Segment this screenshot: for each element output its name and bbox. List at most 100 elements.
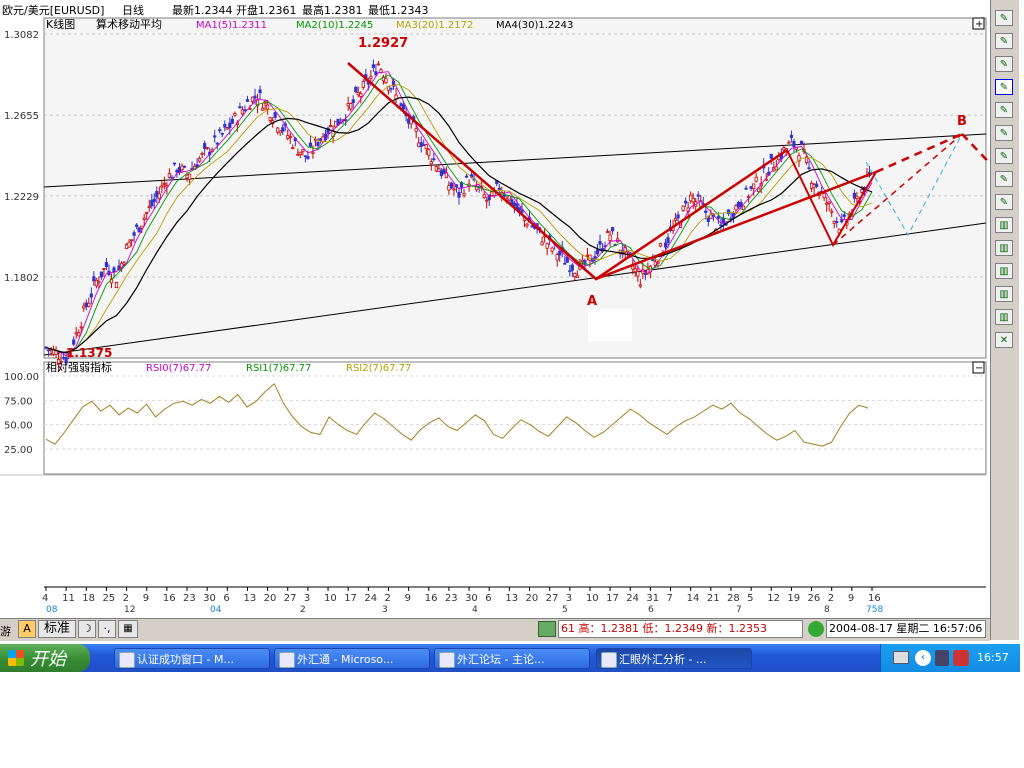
task-auth-window[interactable]: 认证成功窗口 - M...	[114, 648, 270, 669]
tool-delete-icon[interactable]: ✕	[995, 332, 1013, 348]
tool-grid3-icon[interactable]: ▥	[995, 263, 1013, 279]
candle-body	[822, 193, 826, 199]
candle-body	[575, 275, 579, 278]
x-tick-label: 17	[344, 593, 357, 604]
candle-body	[248, 108, 252, 110]
candle-body	[754, 176, 758, 182]
x-tick-label: 6	[485, 593, 491, 604]
candle-body	[638, 284, 642, 287]
x-tick-label: 11	[62, 593, 75, 604]
window-icon	[119, 652, 135, 668]
candle-body	[407, 118, 411, 124]
candle-body	[830, 210, 834, 213]
punctuation-icon[interactable]: ·,	[98, 620, 116, 638]
keyboard-icon[interactable]: ▦	[118, 620, 138, 638]
x-tick-label: 19	[787, 593, 800, 604]
x-tick-label: 7	[667, 593, 673, 604]
chart-canvas[interactable]: K线图 算术移动平均 MA1(5)1.2311 MA2(10)1.2245 MA…	[0, 17, 1021, 617]
x-tick-label: 23	[183, 593, 196, 604]
drawing-toolbox: ✎ ✎ ✎ ✎ ✎ ✎ ✎ ✎ ✎ ▥ ▥ ▥ ▥ ▥ ✕	[990, 0, 1019, 640]
ime-mode-button[interactable]: 标准	[38, 620, 76, 638]
ime-icon[interactable]: A	[18, 620, 36, 638]
status-bar: 游 A 标准 ☽ ·, ▦ 61 高：1.2381 低：1.2349 新：1.2…	[0, 618, 990, 641]
volume-icon[interactable]	[935, 650, 949, 666]
minus-icon: −	[975, 363, 983, 374]
candle-body	[112, 267, 116, 273]
task-forex-forum[interactable]: 外汇论坛 - 主论...	[434, 648, 590, 669]
x-tick-label: 2	[384, 593, 390, 604]
month-mark: 6	[648, 605, 654, 615]
candle-body	[351, 99, 355, 104]
candle-body	[558, 250, 562, 256]
tool-grid4-icon[interactable]: ▥	[995, 286, 1013, 302]
tool-grid1-icon[interactable]: ▥	[995, 217, 1013, 233]
x-tick-label: 3	[566, 593, 572, 604]
tool-grid5-icon[interactable]: ▥	[995, 309, 1013, 325]
tool-grid2-icon[interactable]: ▥	[995, 240, 1013, 256]
keyboard-tray-icon[interactable]	[893, 651, 909, 664]
month-mark: 08	[46, 605, 58, 615]
candle-body	[689, 194, 693, 202]
candle-body	[384, 77, 388, 84]
tool-cursor-icon[interactable]: ✎	[995, 10, 1013, 26]
chart-area[interactable]: K线图 算术移动平均 MA1(5)1.2311 MA2(10)1.2245 MA…	[0, 17, 1021, 617]
candle-body	[135, 224, 139, 228]
chevron-left-icon[interactable]: ‹	[915, 650, 931, 666]
candle-body	[281, 127, 285, 132]
tool-arrow-icon[interactable]: ✎	[995, 194, 1013, 210]
x-tick-label: 9	[848, 593, 854, 604]
month-mark: 12	[124, 605, 135, 615]
candle-body	[240, 109, 245, 115]
candle-body	[258, 89, 262, 94]
start-button[interactable]: 开始	[0, 644, 90, 672]
candle-body	[162, 182, 166, 185]
tool-line-icon[interactable]: ✎	[995, 56, 1013, 72]
candle-body	[74, 332, 78, 335]
candle-body	[102, 268, 106, 270]
tool-channel-icon[interactable]: ✎	[995, 102, 1013, 118]
candle-body	[92, 276, 96, 282]
candle-body	[585, 254, 590, 257]
x-tick-label: 31	[646, 593, 659, 604]
candle-body	[291, 147, 295, 150]
tool-text-icon[interactable]: ✎	[995, 33, 1013, 49]
latest-price: 最新1.2344	[172, 4, 233, 17]
candle-body	[334, 120, 338, 128]
tool-cycle-icon[interactable]: ✎	[995, 171, 1013, 187]
candle-body	[155, 190, 159, 198]
month-mark: 4	[472, 605, 478, 615]
candle-body	[245, 99, 250, 102]
x-tick-label: 2	[828, 593, 834, 604]
task-forex-analysis[interactable]: 汇眼外汇分析 - ...	[596, 648, 752, 669]
task-forex-browser[interactable]: 外汇通 - Microso...	[274, 648, 430, 669]
candle-body	[490, 191, 494, 196]
month-mark: 3	[382, 605, 388, 615]
network-icon[interactable]	[953, 650, 969, 666]
candle-body	[782, 147, 786, 151]
candle-body	[512, 202, 517, 207]
moon-icon[interactable]: ☽	[78, 620, 96, 638]
candle-body	[87, 302, 91, 307]
candle-body	[568, 270, 572, 273]
candle-body	[157, 193, 161, 200]
candle-body	[205, 147, 209, 149]
period-label[interactable]: 日线	[122, 2, 144, 18]
tool-hline-icon[interactable]: ✎	[995, 125, 1013, 141]
candle-body	[447, 185, 451, 191]
tool-ray-icon[interactable]: ✎	[995, 79, 1013, 95]
candle-body	[704, 210, 708, 213]
x-tick-label: 25	[102, 593, 115, 604]
peak-price-label: 1.2927	[358, 36, 408, 51]
candle-body	[298, 151, 302, 156]
clock: 16:57	[977, 651, 1009, 664]
candle-body	[633, 268, 637, 273]
candle-body	[177, 167, 182, 173]
candle-body	[799, 140, 804, 146]
candle-body	[540, 241, 544, 246]
ma2-label: MA2(10)1.2245	[296, 20, 373, 31]
tool-fib-icon[interactable]: ✎	[995, 148, 1013, 164]
candle-body	[318, 138, 323, 141]
candle-body	[233, 113, 237, 116]
windows-logo-icon	[8, 650, 24, 666]
high-price: 最高1.2381	[302, 4, 363, 17]
